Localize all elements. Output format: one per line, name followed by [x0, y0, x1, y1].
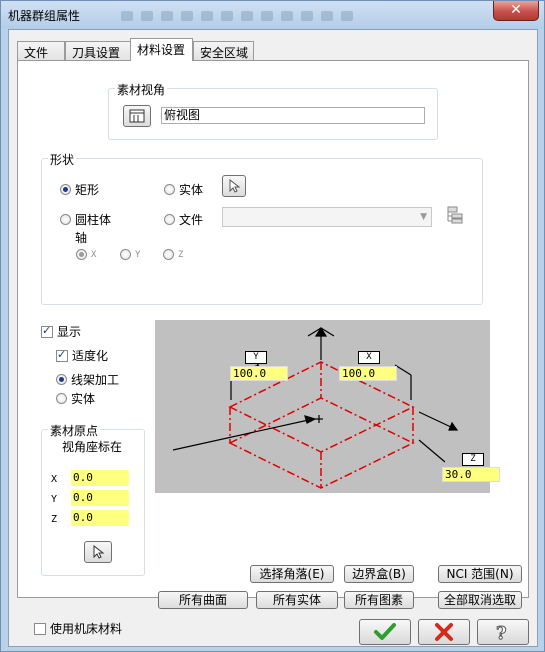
- select-corner-button[interactable]: 选择角落(E): [250, 565, 334, 583]
- diagram-x-value[interactable]: 100.0: [339, 366, 397, 381]
- file-browse-icon[interactable]: [444, 205, 464, 225]
- stock-view-field[interactable]: 俯视图: [161, 107, 425, 124]
- stock-preview-diagram: Y 100.0 X 100.0 Z 30.0: [155, 320, 500, 493]
- diagram-z-tag: Z: [462, 453, 484, 466]
- solid-pick-button[interactable]: [222, 175, 246, 197]
- all-solids-button[interactable]: 所有实体: [256, 591, 338, 609]
- close-button[interactable]: ✕: [493, 1, 539, 21]
- stock-view-label: 素材视角: [115, 81, 168, 98]
- shape-rect-radio[interactable]: 矩形: [60, 181, 99, 198]
- axis-z-radio[interactable]: Z: [163, 249, 183, 260]
- title-bar[interactable]: 机器群组属性 ✕: [1, 1, 544, 29]
- origin-z-label: Z: [51, 514, 58, 525]
- stock-wireframe-drawing: [172, 326, 459, 489]
- tab-material-settings[interactable]: 材料设置: [130, 38, 193, 61]
- cursor-arrow-icon: [93, 544, 105, 559]
- background-toolbar-icons: [121, 10, 421, 22]
- axis-x-radio[interactable]: X: [76, 249, 96, 260]
- origin-y-field[interactable]: 0.0: [71, 490, 129, 506]
- close-x-icon: [435, 623, 453, 641]
- solid-display-radio[interactable]: 实体: [56, 390, 95, 407]
- diagram-y-tag: Y: [245, 351, 267, 364]
- all-entities-button[interactable]: 所有图素: [344, 591, 414, 609]
- shape-group: 形状 矩形 实体 圆柱体 文件 ▼ 轴 X Y Z: [41, 151, 483, 305]
- tab-tool-settings[interactable]: 刀具设置: [65, 41, 131, 60]
- view-select-button[interactable]: [123, 105, 151, 127]
- ok-button[interactable]: [359, 619, 411, 645]
- shape-file-radio[interactable]: 文件: [164, 211, 203, 228]
- shape-label: 形状: [48, 151, 77, 168]
- origin-x-label: X: [51, 474, 58, 485]
- bounding-box-button[interactable]: 边界盒(B): [344, 565, 414, 583]
- fit-checkbox[interactable]: 适度化: [56, 347, 108, 364]
- diagram-z-value[interactable]: 30.0: [442, 467, 500, 482]
- stock-origin-group: 素材原点 视角座标在 X 0.0 Y 0.0 Z 0.0: [41, 422, 145, 576]
- svg-text:?: ?: [496, 623, 507, 644]
- window-title: 机器群组属性: [8, 9, 81, 23]
- file-path-dropdown[interactable]: ▼: [222, 207, 432, 227]
- material-settings-panel: 素材视角 俯视图 形状 矩形 实体 圆柱体 文件 ▼ 轴 X Y Z ✓ 显示 …: [17, 60, 529, 636]
- checkmark-icon: [374, 623, 396, 640]
- origin-y-label: Y: [51, 494, 58, 505]
- dialog-window: 机器群组属性 ✕ 文件 刀具设置 材料设置 安全区域 素材视角 俯视图 形状 矩…: [0, 0, 545, 652]
- nci-range-button[interactable]: NCI 范围(N): [438, 565, 522, 583]
- wireframe-radio[interactable]: 线架加工: [56, 371, 119, 388]
- origin-x-field[interactable]: 0.0: [71, 470, 129, 486]
- grid-icon: [129, 109, 145, 123]
- origin-z-field[interactable]: 0.0: [71, 510, 129, 526]
- all-surfaces-button[interactable]: 所有曲面: [158, 591, 248, 609]
- axis-y-radio[interactable]: Y: [120, 249, 140, 260]
- view-coordinates-label: 视角座标在: [62, 440, 123, 454]
- stock-origin-label: 素材原点: [48, 422, 101, 439]
- chevron-down-icon: ▼: [420, 212, 427, 222]
- tab-file[interactable]: 文件: [17, 41, 65, 60]
- help-button[interactable]: ?: [477, 619, 529, 645]
- diagram-x-tag: X: [358, 351, 380, 364]
- cancel-button[interactable]: [418, 619, 470, 645]
- deselect-all-button[interactable]: 全部取消选取: [438, 591, 522, 609]
- diagram-y-value[interactable]: 100.0: [230, 366, 288, 381]
- tab-safety-zone[interactable]: 安全区域: [193, 41, 254, 60]
- cursor-arrow-icon: [229, 178, 241, 193]
- help-question-icon: ?: [496, 623, 508, 645]
- use-machine-material-checkbox[interactable]: 使用机床材料: [34, 620, 122, 637]
- stock-view-group: 素材视角 俯视图: [108, 81, 438, 140]
- dialog-body: 文件 刀具设置 材料设置 安全区域 素材视角 俯视图 形状 矩形 实体 圆柱体 …: [8, 29, 538, 647]
- shape-cylinder-radio[interactable]: 圆柱体: [60, 211, 111, 228]
- axis-label: 轴: [75, 231, 88, 245]
- origin-pick-button[interactable]: [84, 541, 112, 563]
- display-checkbox[interactable]: 显示: [41, 323, 81, 340]
- shape-solid-radio[interactable]: 实体: [164, 181, 203, 198]
